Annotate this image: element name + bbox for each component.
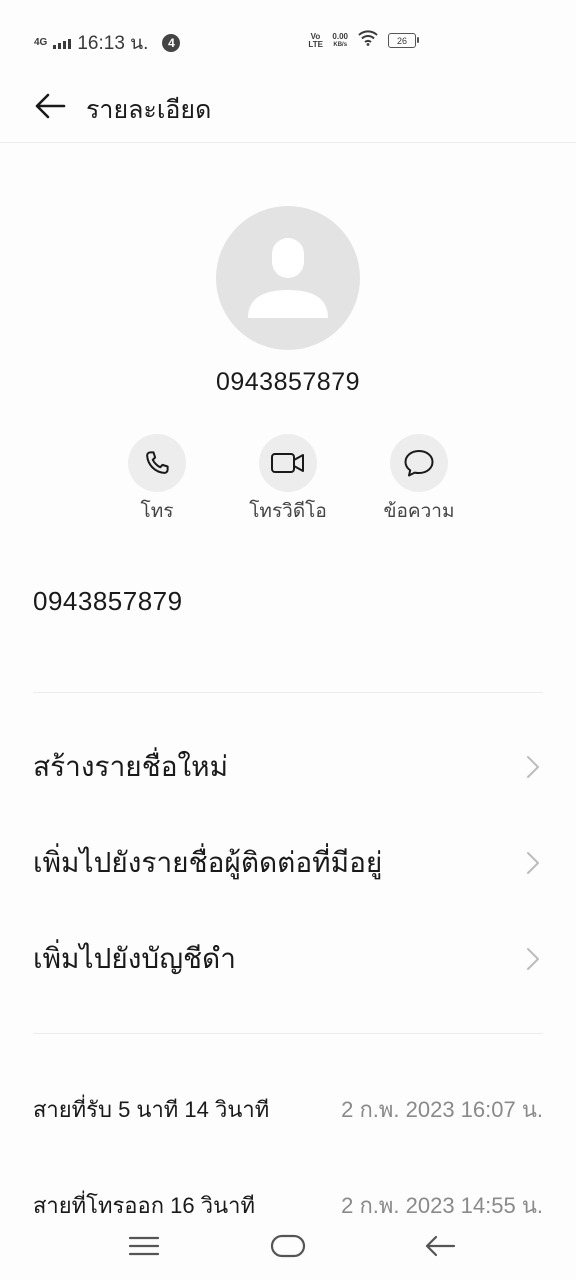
call-action[interactable]: โทร <box>102 434 212 526</box>
add-to-blacklist-item[interactable]: เพิ่มไปยังบัญชีดำ <box>33 924 543 994</box>
speed-value: 0.00 <box>332 31 348 41</box>
status-time: 16:13 น. <box>77 33 149 54</box>
speed-unit: KB/s <box>333 41 348 48</box>
home-nav-button[interactable] <box>264 1228 312 1264</box>
signal-icon <box>53 37 72 49</box>
menu-nav-button[interactable] <box>120 1228 168 1264</box>
call-time: 2 ก.พ. 2023 16:07 น. <box>341 1097 543 1122</box>
call-history-row: สายที่รับ 5 นาที 14 วินาที 2 ก.พ. 2023 1… <box>33 1092 543 1127</box>
contact-avatar <box>216 206 360 350</box>
home-icon <box>270 1234 306 1258</box>
add-to-existing-contact-item[interactable]: เพิ่มไปยังรายชื่อผู้ติดต่อที่มีอยู่ <box>33 828 543 898</box>
call-button[interactable] <box>128 434 186 492</box>
video-call-action[interactable]: โทรวิดีโอ <box>233 434 343 526</box>
call-label: โทร <box>140 501 174 522</box>
network-speed: 0.00 KB/s <box>332 31 348 49</box>
chevron-right-icon <box>523 948 543 970</box>
video-call-button[interactable] <box>259 434 317 492</box>
contact-number: 0943857879 <box>215 368 361 396</box>
call-type: สายที่รับ 5 นาที 14 วินาที <box>33 1097 270 1122</box>
menu-item-label: เพิ่มไปยังบัญชีดำ <box>33 943 236 974</box>
video-call-label: โทรวิดีโอ <box>249 501 327 522</box>
back-nav-button[interactable] <box>416 1228 464 1264</box>
network-type: 4G <box>34 37 48 48</box>
create-new-contact-item[interactable]: สร้างรายชื่อใหม่ <box>33 732 543 802</box>
phone-icon <box>146 451 169 474</box>
message-icon <box>404 450 434 477</box>
wifi-icon <box>358 30 378 51</box>
menu-item-label: เพิ่มไปยังรายชื่อผู้ติดต่อที่มีอยู่ <box>33 847 383 878</box>
message-action[interactable]: ข้อความ <box>364 434 474 526</box>
battery-icon: 26 <box>388 33 419 48</box>
video-icon <box>271 453 304 473</box>
phone-number-entry[interactable]: 0943857879 <box>33 586 183 617</box>
message-button[interactable] <box>390 434 448 492</box>
divider <box>33 692 543 693</box>
person-icon <box>248 238 328 318</box>
status-bar: 4G 16:13 น. 4 Vo LTE 0.00 KB/s 26 <box>0 0 576 76</box>
arrow-left-icon <box>35 93 66 119</box>
status-right: Vo LTE 0.00 KB/s 26 <box>308 30 419 51</box>
chevron-right-icon <box>523 852 543 874</box>
navigation-bar <box>0 1220 576 1280</box>
menu-item-label: สร้างรายชื่อใหม่ <box>33 751 229 782</box>
call-type: สายที่โทรออก 16 วินาที <box>33 1193 255 1218</box>
status-left: 4G 16:13 น. 4 <box>34 28 181 58</box>
call-history-row: สายที่โทรออก 16 วินาที 2 ก.พ. 2023 14:55… <box>33 1188 543 1223</box>
message-label: ข้อความ <box>383 501 455 522</box>
app-bar: รายละเอียด <box>0 76 576 143</box>
divider <box>33 1033 543 1034</box>
menu-icon <box>129 1236 159 1256</box>
chevron-right-icon <box>523 756 543 778</box>
back-arrow-icon <box>425 1235 456 1257</box>
page-title: รายละเอียด <box>86 96 212 124</box>
notification-badge: 4 <box>162 34 181 52</box>
back-button[interactable] <box>30 86 70 126</box>
call-time: 2 ก.พ. 2023 14:55 น. <box>341 1193 543 1218</box>
volte-icon: Vo LTE <box>308 31 323 49</box>
